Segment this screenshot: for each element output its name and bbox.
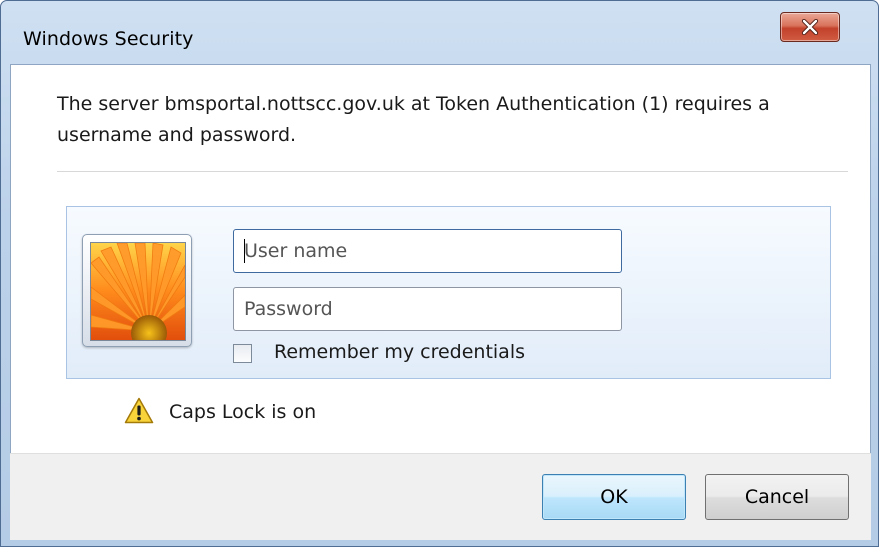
password-field[interactable] [233, 287, 622, 331]
cancel-button[interactable]: Cancel [705, 474, 849, 520]
separator [57, 171, 848, 172]
remember-checkbox[interactable] [233, 344, 252, 363]
auth-message: The server bmsportal.nottscc.gov.uk at T… [57, 93, 770, 146]
dialog-content: The server bmsportal.nottscc.gov.uk at T… [10, 64, 871, 454]
warning-triangle-icon [124, 397, 154, 428]
title-bar[interactable]: Windows Security [1, 1, 878, 63]
avatar [82, 234, 192, 347]
ok-button[interactable]: OK [542, 474, 686, 520]
window-title: Windows Security [23, 28, 194, 50]
close-button[interactable] [780, 12, 840, 42]
user-tile-flower-icon [90, 242, 186, 341]
dialog-window: Windows Security The server bmsportal.no… [0, 0, 879, 547]
credential-panel: Remember my credentials [66, 206, 831, 379]
close-icon [801, 19, 819, 35]
username-field[interactable] [233, 229, 622, 273]
caps-lock-warning: Caps Lock is on [169, 401, 317, 423]
remember-label[interactable]: Remember my credentials [274, 341, 525, 363]
button-bar: OK Cancel [10, 453, 871, 540]
text-caret [244, 239, 245, 263]
